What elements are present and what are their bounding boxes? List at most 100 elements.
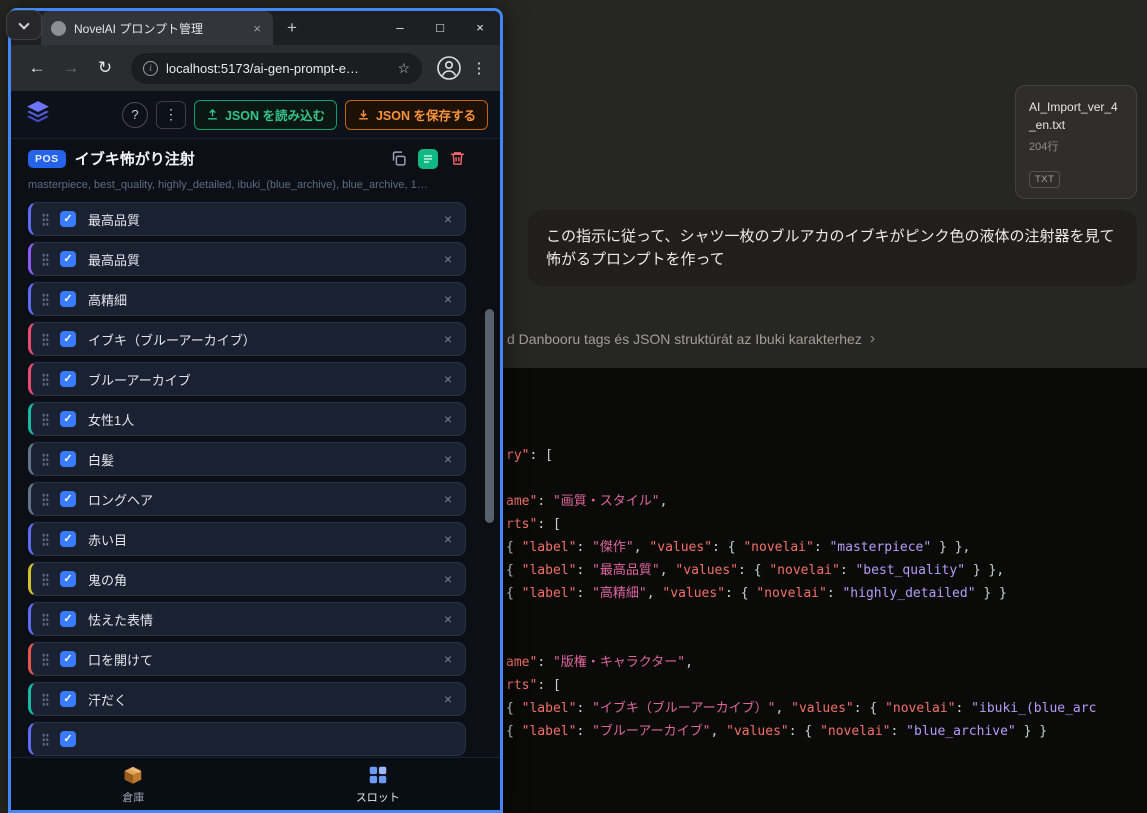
trash-icon[interactable] [449,150,466,167]
copy-icon[interactable] [390,150,407,167]
tag-checkbox[interactable]: ✓ [60,491,76,507]
tag-item[interactable]: ✓イブキ（ブルーアーカイブ）× [28,322,466,356]
drag-handle-icon[interactable] [42,613,49,626]
tab-title: NovelAI プロンプト管理 [74,20,243,37]
prompt-content: POS イブキ怖がり注射 masterpiece, best_quality, … [11,139,500,757]
tag-checkbox[interactable]: ✓ [60,251,76,267]
tag-item[interactable]: ✓鬼の角× [28,562,466,596]
remove-tag-button[interactable]: × [441,571,455,587]
browser-menu-icon[interactable]: ⋮ [468,59,490,77]
scrollbar-thumb[interactable] [485,309,494,523]
tag-checkbox[interactable]: ✓ [60,451,76,467]
new-tab-button[interactable]: + [287,18,297,38]
drag-handle-icon[interactable] [42,573,49,586]
code-line [506,398,1147,421]
code-line [506,421,1147,444]
tag-item[interactable]: ✓怯えた表情× [28,602,466,636]
nav-item-slots[interactable]: スロット [256,758,501,810]
drag-handle-icon[interactable] [42,373,49,386]
remove-tag-button[interactable]: × [441,211,455,227]
tag-item[interactable]: ✓ ロングヘア× [28,482,466,516]
tag-label: ロングヘア [88,490,441,509]
user-message-bubble: この指示に従って、シャツ一枚のブルアカのイブキがピンク色の液体の注射器を見て怖が… [528,210,1137,286]
code-line [506,467,1147,490]
drag-handle-icon[interactable] [42,413,49,426]
tag-checkbox[interactable]: ✓ [60,211,76,227]
code-line [506,605,1147,628]
site-info-icon[interactable]: i [143,61,158,76]
tag-item[interactable]: ✓ [28,722,466,756]
address-bar[interactable]: i localhost:5173/ai-gen-prompt-e… ☆ [131,53,422,84]
tag-item[interactable]: ✓ 汗だく× [28,682,466,716]
drag-handle-icon[interactable] [42,733,49,746]
nav-item-warehouse[interactable]: 倉庫 [11,758,256,810]
tag-checkbox[interactable]: ✓ [60,531,76,547]
notes-button[interactable] [418,149,438,169]
collapse-toolbar-button[interactable] [6,10,42,40]
remove-tag-button[interactable]: × [441,451,455,467]
code-line: { "label": "傑作", "values": { "novelai": … [506,536,1147,559]
tag-checkbox[interactable]: ✓ [60,691,76,707]
remove-tag-button[interactable]: × [441,651,455,667]
browser-tab[interactable]: NovelAI プロンプト管理 × [41,11,273,45]
code-line: { "label": "高精細", "values": { "novelai":… [506,582,1147,605]
tag-checkbox[interactable]: ✓ [60,331,76,347]
tag-item[interactable]: ✓口を開けて× [28,642,466,676]
drag-handle-icon[interactable] [42,253,49,266]
tag-checkbox[interactable]: ✓ [60,411,76,427]
tag-checkbox[interactable]: ✓ [60,611,76,627]
drag-handle-icon[interactable] [42,653,49,666]
tag-item[interactable]: ✓ブルーアーカイブ× [28,362,466,396]
json-code-block: ry": [ame": "画質・スタイル",rts": [{ "label": … [402,368,1147,813]
drag-handle-icon[interactable] [42,293,49,306]
remove-tag-button[interactable]: × [441,491,455,507]
remove-tag-button[interactable]: × [441,291,455,307]
remove-tag-button[interactable]: × [441,691,455,707]
close-window-button[interactable]: × [460,11,500,45]
drag-handle-icon[interactable] [42,493,49,506]
load-json-label: JSON を読み込む [225,105,325,124]
drag-handle-icon[interactable] [42,693,49,706]
profile-avatar[interactable] [436,55,462,81]
bottom-nav: 倉庫 スロット [11,757,500,810]
tag-checkbox[interactable]: ✓ [60,291,76,307]
tag-label: 汗だく [88,690,441,709]
attached-file-card[interactable]: AI_Import_ver_4_en.txt 204行 TXT [1015,85,1137,199]
remove-tag-button[interactable]: × [441,531,455,547]
code-line: rts": [ [506,674,1147,697]
drag-handle-icon[interactable] [42,453,49,466]
drag-handle-icon[interactable] [42,213,49,226]
reload-button[interactable]: ↻ [89,58,121,78]
tag-checkbox[interactable]: ✓ [60,571,76,587]
tag-item[interactable]: ✓最高品質× [28,242,466,276]
tag-item[interactable]: ✓赤い目× [28,522,466,556]
forward-button[interactable]: → [55,58,87,78]
load-json-button[interactable]: JSON を読み込む [194,100,337,130]
remove-tag-button[interactable]: × [441,411,455,427]
tab-close-icon[interactable]: × [251,21,263,36]
maximize-button[interactable]: □ [420,11,460,45]
app-menu-button[interactable]: ⋮ [156,101,186,129]
back-button[interactable]: ← [21,58,53,78]
chevron-down-icon [18,18,29,29]
remove-tag-button[interactable]: × [441,611,455,627]
save-json-button[interactable]: JSON を保存する [345,100,488,130]
help-button[interactable]: ? [122,102,148,128]
remove-tag-button[interactable]: × [441,251,455,267]
bookmark-star-icon[interactable]: ☆ [397,60,410,77]
tag-checkbox[interactable]: ✓ [60,651,76,667]
tag-item[interactable]: ✓高精細× [28,282,466,316]
drag-handle-icon[interactable] [42,333,49,346]
drag-handle-icon[interactable] [42,533,49,546]
tag-checkbox[interactable]: ✓ [60,731,76,747]
tag-item[interactable]: ✓白髪× [28,442,466,476]
url-text: localhost:5173/ai-gen-prompt-e… [166,61,389,76]
remove-tag-button[interactable]: × [441,331,455,347]
minimize-button[interactable]: – [380,11,420,45]
tag-item[interactable]: ✓最高品質× [28,202,466,236]
app-header: ? ⋮ JSON を読み込む JSON を保存する [11,91,500,139]
tag-item[interactable]: ✓女性1人× [28,402,466,436]
tag-checkbox[interactable]: ✓ [60,371,76,387]
remove-tag-button[interactable]: × [441,371,455,387]
assistant-step-expander[interactable]: d Danbooru tags és JSON struktúrát az Ib… [507,330,875,348]
